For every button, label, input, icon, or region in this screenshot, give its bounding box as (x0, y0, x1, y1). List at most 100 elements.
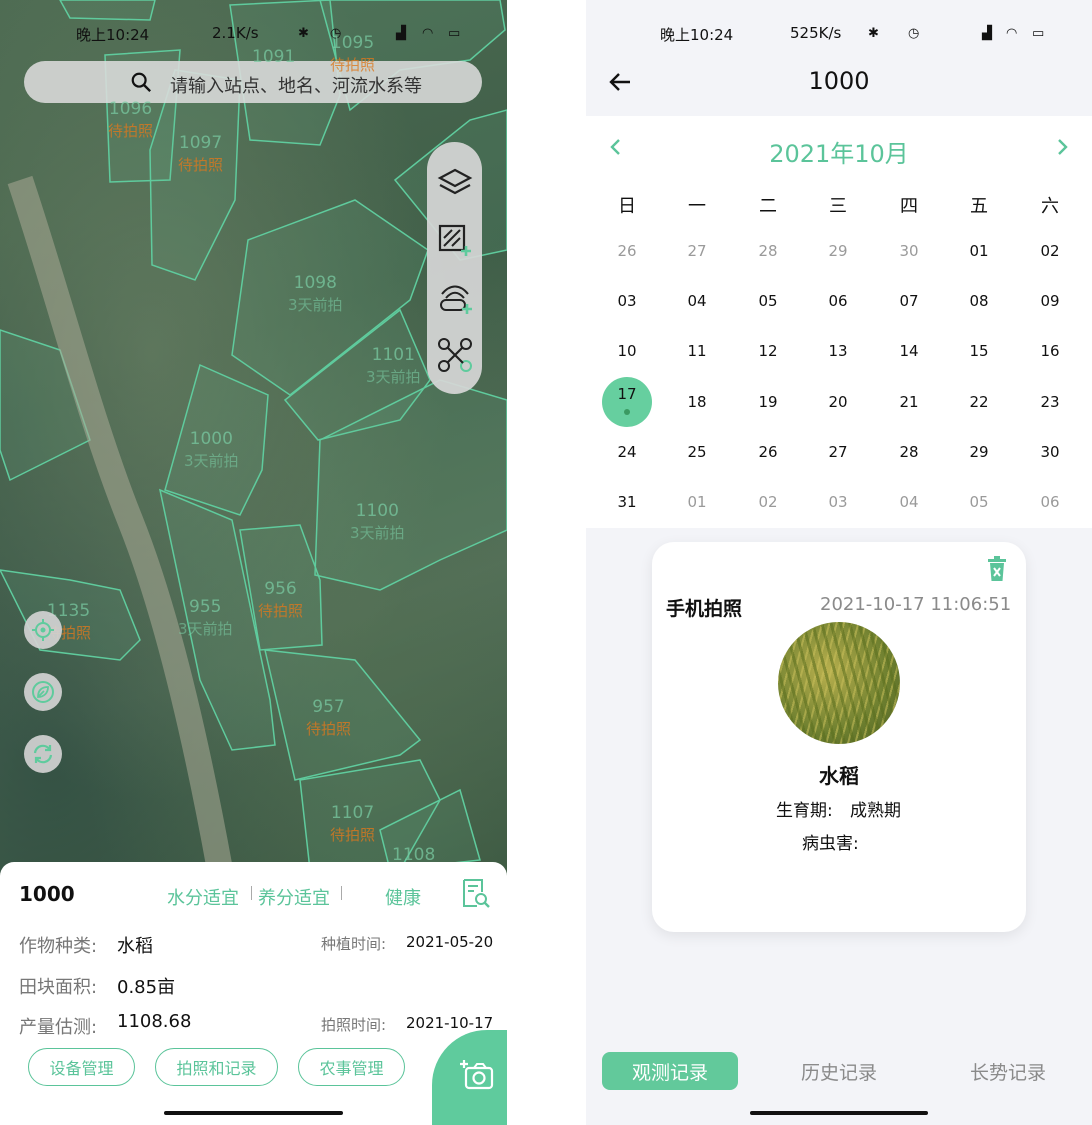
calendar-day[interactable]: 19 (733, 377, 803, 427)
calendar-day[interactable]: 09 (1015, 276, 1085, 326)
day-number: 01 (687, 493, 707, 511)
wifi-icon: ◠ (422, 26, 434, 41)
add-plot-icon[interactable] (436, 222, 474, 260)
calendar-day[interactable]: 08 (944, 276, 1014, 326)
tab-growth[interactable]: 长势记录 (940, 1052, 1076, 1090)
day-number: 28 (758, 242, 778, 260)
drone-icon[interactable] (436, 336, 474, 374)
calendar-day[interactable]: 02 (733, 477, 803, 527)
plot-label[interactable]: 956 待拍照 (258, 578, 303, 622)
calendar-day[interactable]: 22 (944, 377, 1014, 427)
weekday-label: 二 (759, 196, 777, 217)
calendar-day[interactable]: 27 (803, 427, 873, 477)
plot-label[interactable]: 1000 3天前拍 (184, 428, 239, 472)
plot-id-label: 1091 (252, 47, 296, 67)
calendar-day[interactable]: 30 (1015, 427, 1085, 477)
calendar-day[interactable]: 04 (874, 477, 944, 527)
plot-label[interactable]: 1098 3天前拍 (288, 272, 343, 316)
calendar-day[interactable]: 26 (733, 427, 803, 477)
calendar-day[interactable]: 28 (733, 226, 803, 276)
calendar-day[interactable]: 06 (803, 276, 873, 326)
plot-status-label: 3天前拍 (350, 524, 405, 542)
calendar-day[interactable]: 25 (662, 427, 732, 477)
plot-label[interactable]: 1101 3天前拍 (366, 344, 421, 388)
calendar-day[interactable]: 05 (944, 477, 1014, 527)
plot-label[interactable]: 1091 (252, 46, 295, 68)
calendar-day[interactable]: 03 (592, 276, 662, 326)
tag-divider (341, 886, 342, 900)
calendar-day[interactable]: 05 (733, 276, 803, 326)
status-time: 晚上10:24 (660, 26, 734, 44)
calendar-day[interactable]: 06 (1015, 477, 1085, 527)
report-search-icon[interactable] (460, 878, 490, 908)
day-number: 30 (1040, 443, 1060, 461)
calendar-day[interactable]: 20 (803, 377, 873, 427)
plot-label[interactable]: 1096 待拍照 (108, 98, 153, 142)
day-number: 14 (899, 342, 919, 360)
refresh-button[interactable] (24, 735, 62, 773)
plot-status-label: 待拍照 (108, 122, 154, 140)
device-management-button[interactable]: 设备管理 (28, 1048, 135, 1086)
calendar: 2021年10月 日 一 二 三 四 五 六 26 27 28 29 30 01 02 03 04 05 06 0… (586, 116, 1092, 528)
add-device-icon[interactable] (436, 280, 474, 318)
calendar-day[interactable]: 12 (733, 326, 803, 376)
calendar-day[interactable]: 10 (592, 326, 662, 376)
calendar-day[interactable]: 18 (662, 377, 732, 427)
tab-observation[interactable]: 观测记录 (602, 1052, 738, 1090)
calendar-day[interactable]: 28 (874, 427, 944, 477)
alarm-icon: ◷ (908, 26, 920, 41)
calendar-day-selected[interactable]: 17 (592, 377, 662, 427)
calendar-day[interactable]: 29 (944, 427, 1014, 477)
top-bar: 1000 (586, 50, 1092, 116)
calendar-day[interactable]: 14 (874, 326, 944, 376)
plot-label[interactable]: 1095 待拍照 (330, 32, 375, 76)
farm-management-button[interactable]: 农事管理 (298, 1048, 405, 1086)
chevron-right-icon[interactable] (1052, 136, 1072, 158)
day-number: 08 (969, 292, 989, 310)
day-number: 30 (899, 242, 919, 260)
home-indicator[interactable] (164, 1111, 343, 1115)
locate-button[interactable] (24, 611, 62, 649)
delete-icon[interactable] (986, 556, 1008, 582)
calendar-day[interactable]: 11 (662, 326, 732, 376)
calendar-day[interactable]: 31 (592, 477, 662, 527)
plot-label[interactable]: 1097 待拍照 (178, 132, 223, 176)
crop-photo[interactable] (778, 622, 900, 744)
yield-value: 1108.68 (117, 1011, 192, 1032)
calendar-day[interactable]: 03 (803, 477, 873, 527)
signal-icon: ▟ (982, 26, 992, 41)
photo-record-button[interactable]: 拍照和记录 (155, 1048, 278, 1086)
layers-icon[interactable] (436, 164, 474, 202)
calendar-day[interactable]: 27 (662, 226, 732, 276)
day-number: 22 (969, 393, 989, 411)
calendar-day[interactable]: 21 (874, 377, 944, 427)
network-speed: 2.1K/s (212, 24, 259, 42)
calendar-day[interactable]: 16 (1015, 326, 1085, 376)
area-value: 0.85亩 (117, 977, 176, 998)
plot-label[interactable]: 1100 3天前拍 (350, 500, 405, 544)
calendar-day[interactable]: 01 (662, 477, 732, 527)
calendar-day[interactable]: 29 (803, 226, 873, 276)
calendar-day[interactable]: 07 (874, 276, 944, 326)
plot-status-label: 3天前拍 (178, 620, 233, 638)
day-number: 06 (1040, 493, 1060, 511)
tab-history[interactable]: 历史记录 (771, 1052, 907, 1090)
record-dot (624, 409, 630, 415)
calendar-day[interactable]: 15 (944, 326, 1014, 376)
calendar-day[interactable]: 26 (592, 226, 662, 276)
home-indicator[interactable] (750, 1111, 928, 1115)
calendar-day[interactable]: 30 (874, 226, 944, 276)
plot-label[interactable]: 955 3天前拍 (178, 596, 233, 640)
plot-label[interactable]: 957 待拍照 (306, 696, 351, 740)
calendar-day[interactable]: 01 (944, 226, 1014, 276)
calendar-day[interactable]: 24 (592, 427, 662, 477)
calendar-day[interactable]: 23 (1015, 377, 1085, 427)
plot-id-label: 955 (189, 597, 222, 617)
crop-layer-button[interactable] (24, 673, 62, 711)
calendar-day[interactable]: 13 (803, 326, 873, 376)
pest-label: 病虫害: (802, 834, 859, 854)
calendar-day[interactable]: 04 (662, 276, 732, 326)
plot-label[interactable]: 1107 待拍照 (330, 802, 375, 846)
day-number: 09 (1040, 292, 1060, 310)
calendar-day[interactable]: 02 (1015, 226, 1085, 276)
